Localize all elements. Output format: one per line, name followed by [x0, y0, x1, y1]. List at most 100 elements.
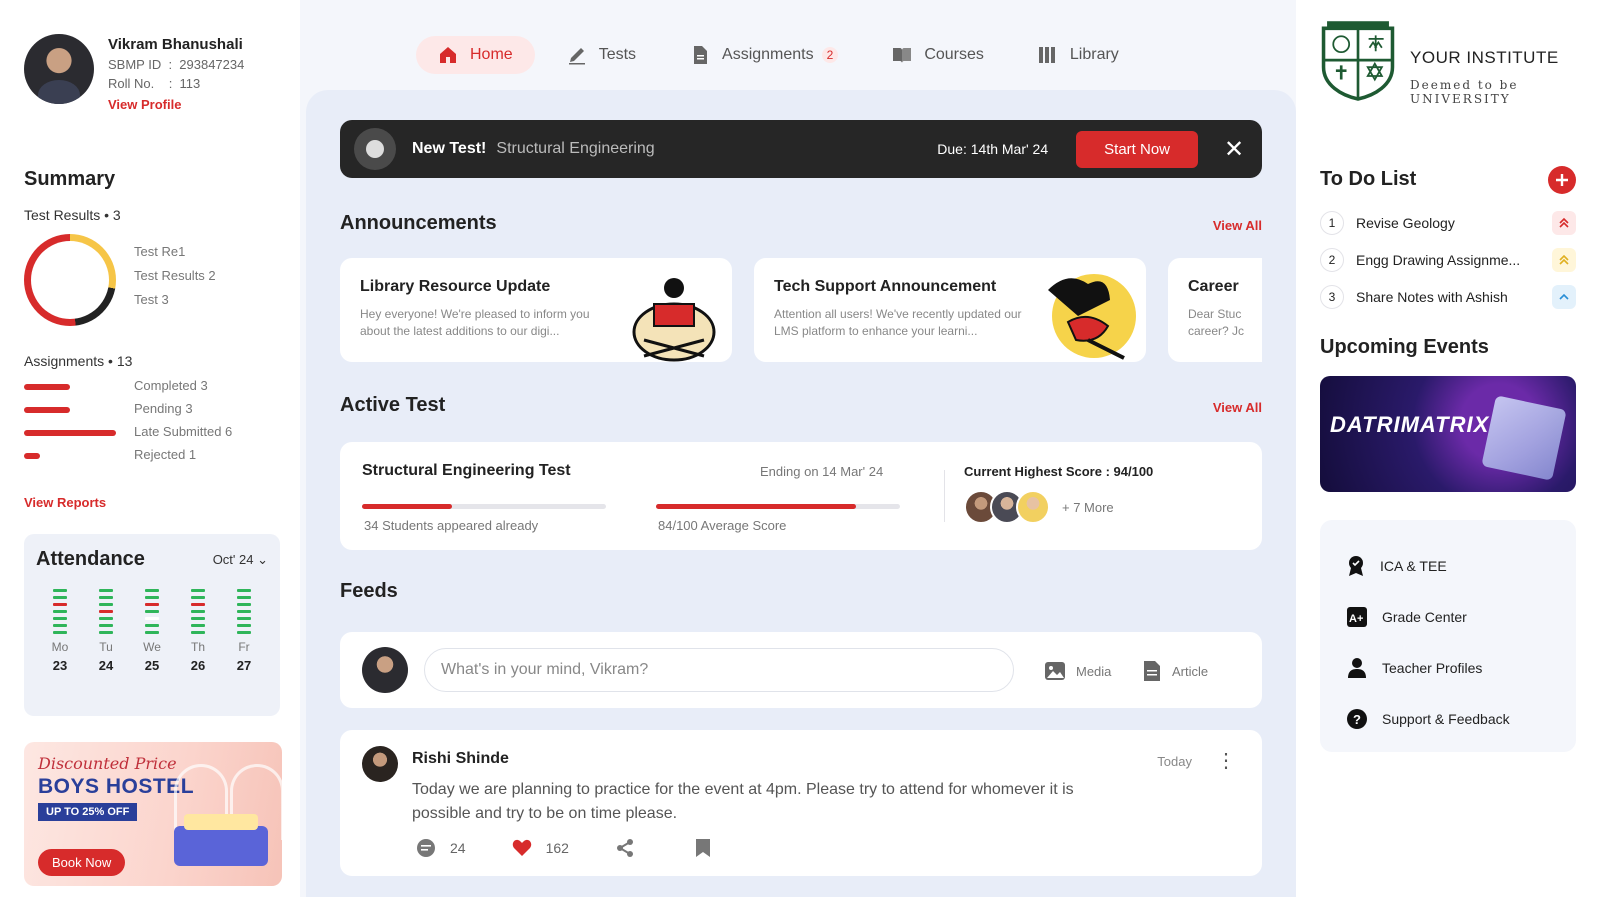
appeared-progress-bar — [362, 504, 606, 509]
announcement-card[interactable]: Career Dear Stuc career? Jc — [1168, 258, 1262, 362]
comment-button[interactable]: 24 — [416, 838, 466, 858]
left-sidebar: Vikram Bhanushali SBMP ID : 293847234 Ro… — [0, 0, 300, 897]
high-priority-icon — [1552, 210, 1576, 235]
average-caption: 84/100 Average Score — [658, 518, 787, 533]
attendance-title: Attendance — [36, 548, 145, 570]
profile-name: Vikram Bhanushali — [108, 36, 243, 53]
new-test-banner: New Test! Structural Engineering Due: 14… — [340, 120, 1262, 178]
todo-title: To Do List — [1320, 168, 1417, 190]
quick-link-ica-tee[interactable]: ICA & TEE — [1346, 540, 1550, 591]
event-title: DATRIMATRIX — [1330, 412, 1490, 437]
todo-item[interactable]: 2 Engg Drawing Assignme... — [1320, 241, 1576, 278]
institute-subtitle: Deemed to be UNIVERSITY — [1410, 78, 1519, 106]
todo-item[interactable]: 3 Share Notes with Ashish — [1320, 278, 1576, 315]
assignment-bar — [24, 407, 70, 413]
upcoming-events-title: Upcoming Events — [1320, 336, 1489, 358]
divider — [944, 470, 945, 522]
event-banner[interactable]: DATRIMATRIX — [1320, 376, 1576, 492]
post-time: Today — [1157, 754, 1192, 769]
quick-link-support-feedback[interactable]: ? Support & Feedback — [1346, 693, 1550, 744]
heart-icon — [512, 839, 531, 856]
test-result-item[interactable]: Test Re1 — [134, 244, 216, 268]
start-now-button[interactable]: Start Now — [1076, 130, 1198, 168]
hostel-ad-banner[interactable]: Discounted Price BOYS HOSTEL UP TO 25% O… — [24, 742, 282, 886]
avatar — [1016, 490, 1050, 524]
active-test-view-all[interactable]: View All — [1213, 400, 1262, 415]
assignments-count-badge: 2 — [821, 47, 839, 63]
todo-item[interactable]: 1 Revise Geology — [1320, 204, 1576, 241]
banner-new-label: New Test! — [412, 140, 487, 157]
document-icon — [1144, 661, 1160, 681]
assignment-bar — [24, 430, 116, 436]
bookmark-button[interactable] — [695, 838, 725, 858]
nav-courses[interactable]: Courses — [870, 36, 1006, 74]
tech-support-illustration — [1048, 274, 1136, 360]
post-author[interactable]: Rishi Shinde — [412, 750, 509, 768]
sbmp-label: SBMP ID — [108, 57, 162, 72]
avatar[interactable] — [362, 746, 398, 782]
attendance-day: We 25 — [134, 589, 170, 673]
document-icon — [694, 46, 708, 64]
quick-link-grade-center[interactable]: A+ Grade Center — [1346, 591, 1550, 642]
post-composer: Media Article — [340, 632, 1262, 708]
test-result-item[interactable]: Test Results 2 — [134, 268, 216, 292]
nav-assignments[interactable]: Assignments 2 — [668, 36, 860, 74]
quick-link-teacher-profiles[interactable]: Teacher Profiles — [1346, 642, 1550, 693]
announcements-view-all[interactable]: View All — [1213, 218, 1262, 233]
announcement-card[interactable]: Tech Support Announcement Attention all … — [754, 258, 1146, 362]
more-options-icon[interactable]: ⋮ — [1216, 748, 1236, 773]
medium-priority-icon — [1552, 247, 1576, 272]
hostel-script-text: Discounted Price — [38, 754, 177, 773]
avatar — [362, 647, 408, 693]
highest-score: Current Highest Score : 94/100 — [964, 464, 1154, 479]
institute-name: YOUR INSTITUTE — [1410, 48, 1559, 67]
view-profile-link[interactable]: View Profile — [108, 97, 181, 112]
sbmp-id: 293847234 — [179, 57, 245, 72]
test-results-list: Test Re1 Test Results 2 Test 3 — [134, 244, 216, 316]
appeared-caption: 34 Students appeared already — [364, 518, 539, 533]
roll-no: 113 — [179, 76, 201, 91]
more-scorers[interactable]: + 7 More — [1062, 500, 1114, 515]
attendance-day: Mo 23 — [42, 589, 78, 673]
assignment-stat-rejected: Rejected 1 — [24, 447, 284, 473]
view-reports-link[interactable]: View Reports — [24, 495, 106, 510]
post-input[interactable] — [424, 648, 1014, 692]
book-now-button[interactable]: Book Now — [38, 849, 126, 876]
image-icon — [1045, 662, 1065, 680]
quick-links-panel: ICA & TEE A+ Grade Center Teacher Profil… — [1320, 520, 1576, 752]
profile-card: Vikram Bhanushali SBMP ID : 293847234 Ro… — [24, 34, 244, 114]
announcement-card[interactable]: Library Resource Update Hey everyone! We… — [340, 258, 732, 362]
top-nav: Home Tests Assignments 2 Courses Library — [416, 36, 1151, 74]
assignments-bars: Completed 3 Pending 3 Late Submitted 6 R… — [24, 378, 284, 473]
media-button[interactable]: Media — [1044, 660, 1111, 682]
share-icon — [616, 839, 633, 857]
main-panel: New Test! Structural Engineering Due: 14… — [306, 90, 1296, 897]
grade-icon: A+ — [1347, 606, 1367, 627]
avatar[interactable] — [24, 34, 94, 104]
month-select[interactable]: Oct' 24 ⌄ — [213, 552, 268, 568]
teacher-icon — [1348, 657, 1366, 678]
test-result-item[interactable]: Test 3 — [134, 292, 216, 316]
assignment-bar — [24, 453, 40, 459]
top-scorers-avatars[interactable]: + 7 More — [964, 490, 1114, 524]
nav-tests[interactable]: Tests — [545, 36, 658, 74]
nav-library[interactable]: Library — [1016, 36, 1141, 74]
test-icon — [354, 128, 396, 170]
nav-home[interactable]: Home — [416, 36, 535, 74]
attendance-card: Attendance Oct' 24 ⌄ Mo 23 Tu 24 We 25 Th 26 — [24, 534, 280, 716]
low-priority-icon — [1552, 284, 1576, 309]
library-icon — [1038, 47, 1055, 63]
add-todo-button[interactable] — [1548, 166, 1576, 194]
attendance-day: Tu 24 — [88, 589, 124, 673]
average-score-progress-bar — [656, 504, 900, 509]
active-test-title: Active Test — [340, 394, 446, 416]
close-icon[interactable]: ✕ — [1220, 135, 1248, 164]
article-button[interactable]: Article — [1142, 660, 1208, 682]
institute-logo[interactable]: YOUR INSTITUTE Deemed to be UNIVERSITY — [1320, 16, 1600, 106]
shield-crest-icon — [1321, 21, 1395, 101]
active-test-card[interactable]: Structural Engineering Test Ending on 14… — [340, 442, 1262, 550]
attendance-days: Mo 23 Tu 24 We 25 Th 26 Fr 27 — [36, 589, 268, 673]
like-button[interactable]: 162 — [512, 839, 569, 857]
announcements-carousel: Library Resource Update Hey everyone! We… — [340, 258, 1262, 366]
share-button[interactable] — [615, 838, 649, 858]
